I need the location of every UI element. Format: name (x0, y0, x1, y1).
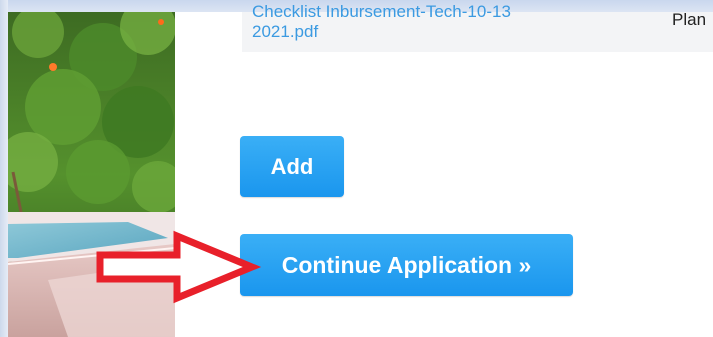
document-link[interactable]: Checklist Inbursement-Tech-10-13 2021.pd… (252, 2, 632, 42)
add-button[interactable]: Add (240, 136, 344, 197)
document-type: Plan (672, 10, 707, 29)
document-name-line-1: Checklist Inbursement-Tech-10-13 (252, 2, 511, 21)
window-left-edge (0, 0, 8, 337)
continue-application-button[interactable]: Continue Application » (240, 234, 573, 296)
document-name-line-2: 2021.pdf (252, 22, 319, 41)
annotation-arrow-icon (96, 230, 262, 304)
document-row: Checklist Inbursement-Tech-10-13 2021.pd… (242, 2, 713, 52)
